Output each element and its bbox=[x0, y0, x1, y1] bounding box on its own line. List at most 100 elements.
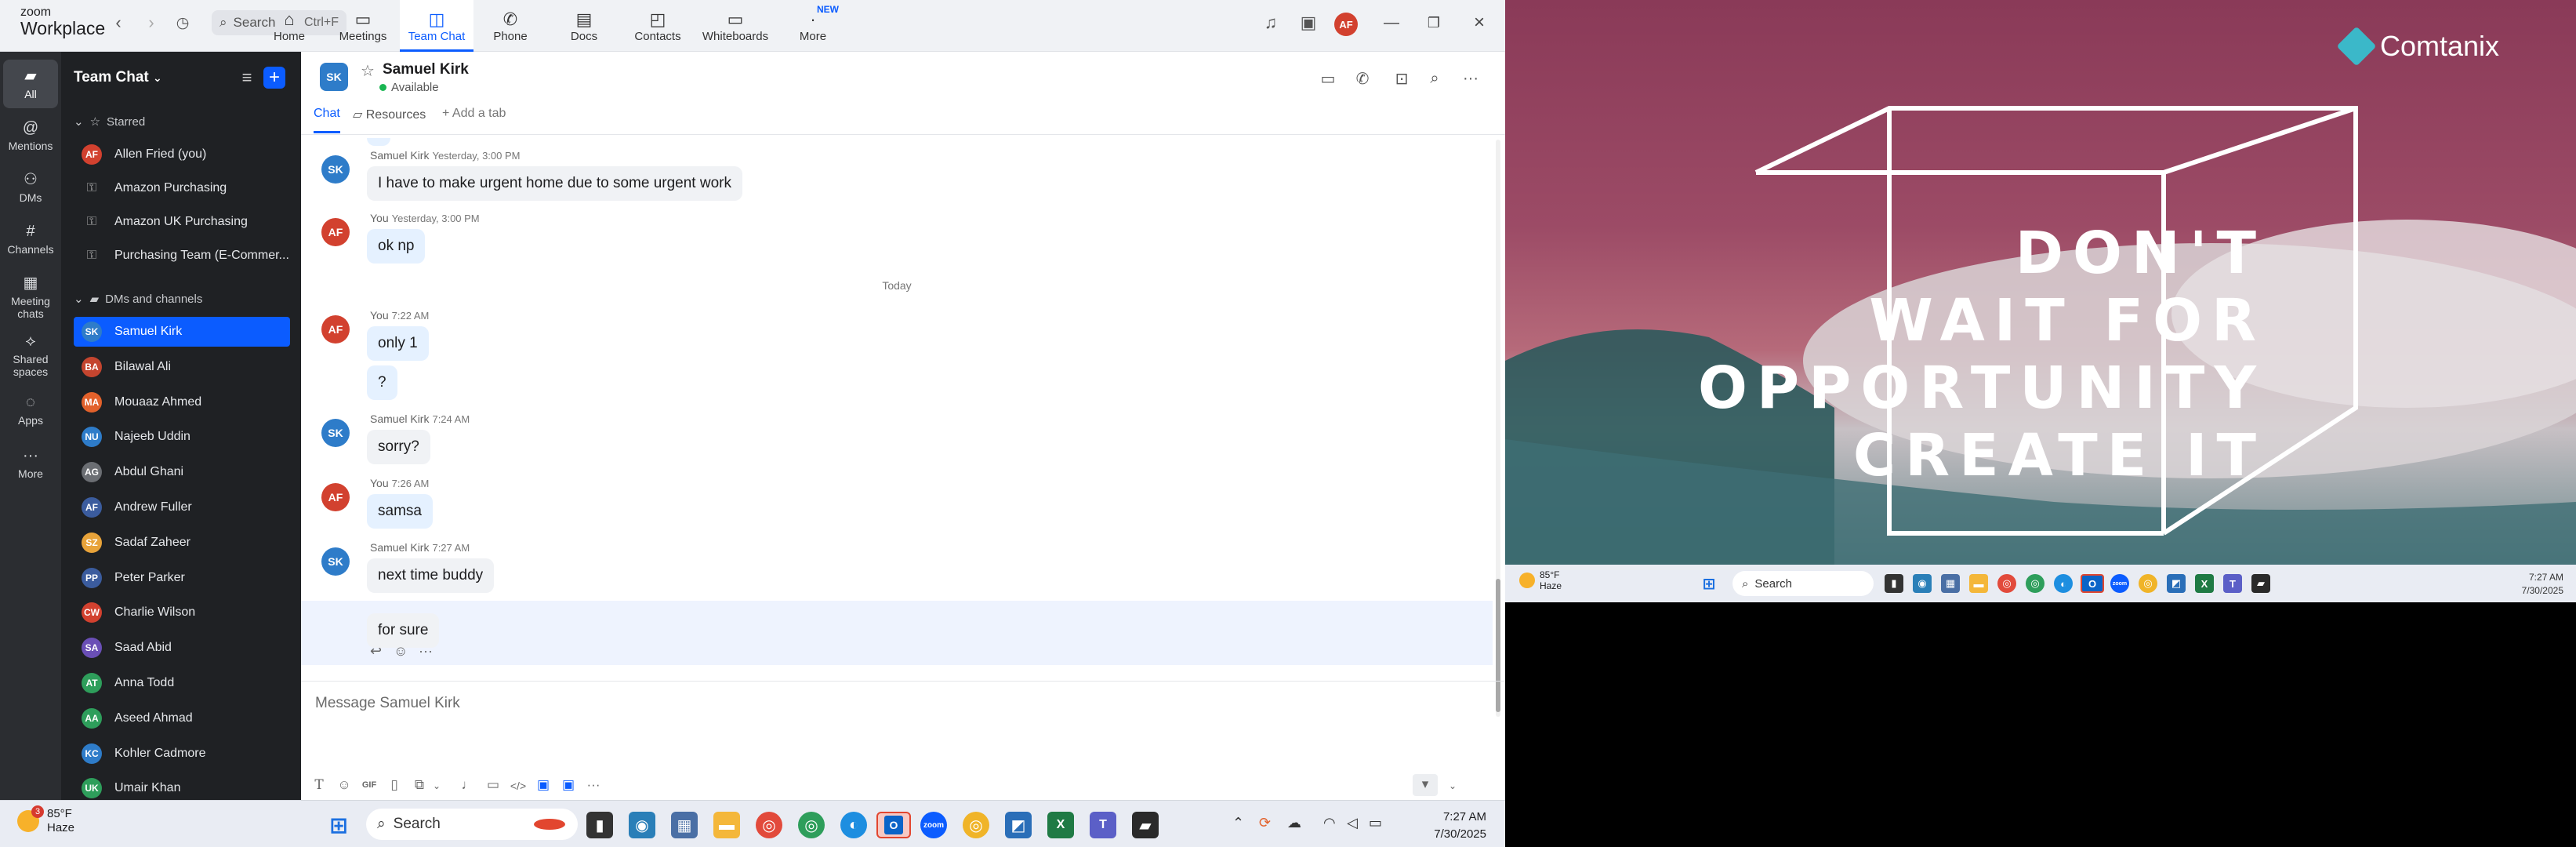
chevron-up-icon[interactable]: ⌃ bbox=[1232, 815, 1244, 831]
message-sender[interactable]: You bbox=[370, 477, 389, 489]
user-avatar[interactable]: AF bbox=[1334, 13, 1358, 36]
sidebar-item[interactable]: SK Samuel Kirk bbox=[74, 317, 290, 347]
rail-channels[interactable]: # Channels bbox=[3, 215, 58, 264]
rail-shared-spaces[interactable]: ⟡ Shared spaces bbox=[3, 328, 58, 383]
star-icon[interactable]: ☆ bbox=[361, 61, 375, 81]
bell-icon[interactable]: ♫ bbox=[1259, 11, 1283, 35]
zoom-icon[interactable]: zoom bbox=[2110, 574, 2129, 593]
chrome-icon[interactable]: ◎ bbox=[1997, 574, 2016, 593]
photo-app-icon[interactable]: ◩ bbox=[1005, 812, 1032, 838]
rail-mentions[interactable]: @ Mentions bbox=[3, 111, 58, 160]
history-icon[interactable]: ◷ bbox=[171, 11, 194, 35]
message-bubble[interactable]: ok np bbox=[367, 229, 426, 264]
sidebar-item[interactable]: CW Charlie Wilson bbox=[74, 598, 290, 627]
tab-phone[interactable]: ✆ Phone bbox=[473, 0, 547, 52]
close-icon[interactable]: × bbox=[1468, 11, 1491, 35]
message-bubble[interactable]: only 1 bbox=[367, 326, 429, 361]
sticky-notes-icon[interactable]: ▰ bbox=[2251, 574, 2270, 593]
chrome-icon[interactable]: ◎ bbox=[756, 812, 782, 838]
rail-dms[interactable]: ⚇ DMs bbox=[3, 163, 58, 212]
rail-all[interactable]: ▰ All bbox=[3, 60, 58, 108]
edge-icon[interactable]: ◐ bbox=[840, 812, 867, 838]
sidebar-item[interactable]: MA Mouaaz Ahmed bbox=[74, 387, 290, 417]
code-snippet-icon[interactable]: </> bbox=[508, 780, 528, 792]
sidebar-item[interactable]: AG Abdul Ghani bbox=[74, 457, 290, 487]
contact-avatar[interactable]: SK bbox=[320, 63, 348, 91]
reply-icon[interactable]: ↩ bbox=[370, 643, 382, 660]
app-globe-icon[interactable]: ◉ bbox=[1913, 574, 1932, 593]
message-bubble[interactable]: samsa bbox=[367, 494, 433, 529]
add-tab-button[interactable]: + Add a tab bbox=[442, 107, 506, 133]
message-avatar[interactable]: AF bbox=[321, 315, 350, 344]
message-avatar[interactable]: SK bbox=[321, 419, 350, 447]
file-icon[interactable]: ▯ bbox=[384, 777, 405, 793]
message-avatar[interactable]: AF bbox=[321, 218, 350, 246]
filter-icon[interactable]: ≡ bbox=[235, 66, 259, 89]
section-dms[interactable]: ⌄ ▰ DMs and channels bbox=[74, 292, 202, 307]
file-explorer-icon[interactable]: ▬ bbox=[713, 812, 740, 838]
search-icon[interactable]: ⌕ bbox=[1424, 67, 1446, 89]
taskbar-search[interactable]: ⌕ Search bbox=[366, 809, 578, 840]
file-explorer-icon[interactable]: ▬ bbox=[1969, 574, 1988, 593]
chevron-down-icon[interactable]: ⌄ bbox=[1442, 780, 1463, 791]
photo-app-icon[interactable]: ◩ bbox=[2167, 574, 2186, 593]
sidebar-item[interactable]: AA Aseed Ahmad bbox=[74, 703, 290, 733]
message-avatar[interactable]: AF bbox=[321, 483, 350, 511]
back-icon[interactable]: ‹ bbox=[107, 11, 130, 35]
emoji-icon[interactable]: ☺ bbox=[334, 777, 354, 793]
sidebar-title[interactable]: Team Chat ⌄ bbox=[74, 69, 162, 86]
more-options-icon[interactable]: ··· bbox=[1460, 67, 1482, 89]
sidebar-item[interactable]: ⚿ Amazon Purchasing bbox=[74, 173, 290, 203]
emoji-react-icon[interactable]: ☺ bbox=[394, 643, 408, 660]
tab-contacts[interactable]: ◰ Contacts bbox=[621, 0, 695, 52]
calculator-icon[interactable]: ▦ bbox=[1941, 574, 1960, 593]
windows-start-icon[interactable]: ⊞ bbox=[1700, 574, 1718, 593]
message-sender[interactable]: Samuel Kirk bbox=[370, 541, 429, 554]
app-globe-icon[interactable]: ◉ bbox=[629, 812, 655, 838]
weather-widget[interactable]: 3 85°F Haze bbox=[17, 805, 74, 835]
new-chat-button[interactable]: + bbox=[263, 67, 285, 89]
sidebar-item[interactable]: PP Peter Parker bbox=[74, 563, 290, 593]
battery-icon[interactable]: ▭ bbox=[1369, 815, 1382, 831]
message-bubble[interactable]: sorry? bbox=[367, 430, 430, 464]
tab-docs[interactable]: ▤ Docs bbox=[547, 0, 621, 52]
sidebar-item[interactable]: NU Najeeb Uddin bbox=[74, 422, 290, 452]
message-sender[interactable]: Samuel Kirk bbox=[370, 149, 429, 162]
wifi-icon[interactable]: ◠ bbox=[1323, 815, 1336, 831]
excel-icon[interactable]: X bbox=[1047, 812, 1074, 838]
teams-icon[interactable]: T bbox=[2223, 574, 2242, 593]
message-avatar[interactable]: SK bbox=[321, 155, 350, 184]
contact-name[interactable]: Samuel Kirk bbox=[383, 61, 469, 78]
task-view-icon[interactable]: ▮ bbox=[586, 812, 613, 838]
teams-icon[interactable]: T bbox=[1090, 812, 1116, 838]
tab-chat[interactable]: Chat bbox=[314, 107, 340, 133]
message-sender[interactable]: Samuel Kirk bbox=[370, 413, 429, 425]
whiteboard-app-icon[interactable]: ▣ bbox=[1297, 11, 1320, 35]
share-screen-icon[interactable]: ⊡ bbox=[1391, 67, 1413, 89]
sidebar-item[interactable]: AF Allen Fried (you) bbox=[74, 140, 290, 169]
section-starred[interactable]: ⌄ ☆ Starred bbox=[74, 115, 145, 129]
message-bubble[interactable]: next time buddy bbox=[367, 558, 495, 593]
microphone-icon[interactable]: ♩ bbox=[458, 777, 478, 793]
volume-icon[interactable]: ◁ bbox=[1347, 815, 1358, 831]
outlook-icon[interactable]: O bbox=[2081, 574, 2104, 593]
outlook-icon[interactable]: O bbox=[876, 812, 911, 838]
message-avatar[interactable]: SK bbox=[321, 547, 350, 576]
message-bubble[interactable]: I have to make urgent home due to some u… bbox=[367, 166, 742, 201]
forward-icon[interactable]: › bbox=[140, 11, 163, 35]
tab-more[interactable]: NEW · More bbox=[776, 0, 850, 52]
chrome-profile-icon[interactable]: ◎ bbox=[2026, 574, 2044, 593]
minimize-icon[interactable]: — bbox=[1380, 11, 1403, 35]
scrollbar[interactable] bbox=[1496, 140, 1500, 717]
sidebar-item[interactable]: SA Saad Abid bbox=[74, 633, 290, 663]
calculator-icon[interactable]: ▦ bbox=[671, 812, 698, 838]
zoom-icon[interactable]: zoom bbox=[920, 812, 947, 838]
excel-icon[interactable]: X bbox=[2195, 574, 2214, 593]
system-clock[interactable]: 7:27 AM 7/30/2025 bbox=[1416, 809, 1486, 843]
rail-apps[interactable]: ◌ Apps bbox=[3, 386, 58, 434]
app-icon-1[interactable]: ▣ bbox=[533, 777, 553, 793]
chrome-alt-icon[interactable]: ◎ bbox=[963, 812, 989, 838]
chrome-profile-icon[interactable]: ◎ bbox=[798, 812, 825, 838]
tab-home[interactable]: ⌂ Home bbox=[252, 0, 326, 52]
sidebar-item[interactable]: AT Anna Todd bbox=[74, 668, 290, 698]
